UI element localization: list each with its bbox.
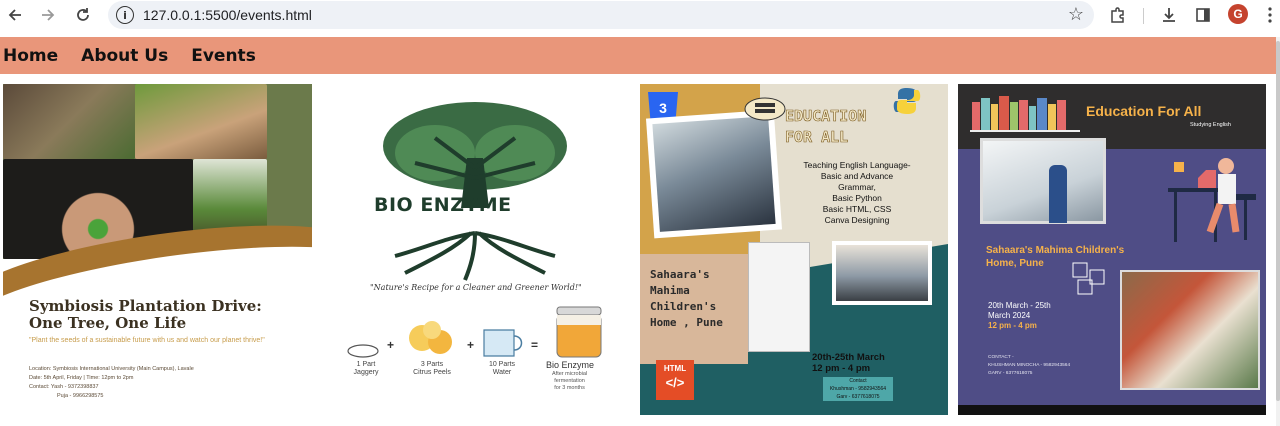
abc-blocks-icon xyxy=(1072,262,1105,295)
session-photo xyxy=(836,245,928,301)
plus-sign: + xyxy=(387,338,395,352)
site-navbar: Home About Us Events xyxy=(0,37,1276,74)
bio-enzyme-result: Bio Enzyme xyxy=(546,360,595,370)
poster-title: Symbiosis Plantation Drive: One Tree, On… xyxy=(29,297,262,332)
jaggery-label: 1 Part Jaggery xyxy=(353,361,379,376)
extensions-icon[interactable] xyxy=(1107,4,1129,26)
menu-kebab-icon[interactable] xyxy=(1259,4,1280,26)
nav-about-link[interactable]: About Us xyxy=(81,46,168,66)
poster-subtitle: Studying English xyxy=(1190,122,1231,128)
poster-contact-2: Puja - 9966298575 xyxy=(57,393,104,399)
contact-info: CONTACT - KHUSHMAN MINOCHA - 9582943564 … xyxy=(988,355,1071,376)
page-scrollbar[interactable] xyxy=(1276,37,1280,426)
side-panel-icon[interactable] xyxy=(1192,4,1214,26)
water-jug-icon xyxy=(483,329,523,357)
poster-title: BIO ENZYME xyxy=(374,194,512,216)
address-bar[interactable]: i 127.0.0.1:5500/events.html ☆ xyxy=(108,1,1094,29)
nav-home-link[interactable]: Home xyxy=(3,46,58,66)
poster-quote: "Nature's Recipe for a Cleaner and Green… xyxy=(370,283,582,292)
poster-contact: Contact: Yash - 9372398837 xyxy=(29,384,99,390)
student-reading-icon xyxy=(1168,158,1256,242)
jaggery-icon xyxy=(347,344,379,358)
citrus-peels-icon xyxy=(409,321,452,354)
photo-frame-classroom xyxy=(645,109,783,239)
poster-location: Location: Symbiosis International Univer… xyxy=(29,366,194,372)
reload-icon[interactable] xyxy=(72,4,94,26)
site-info-icon[interactable]: i xyxy=(116,6,134,24)
poster-plantation-drive: Symbiosis Plantation Drive: One Tree, On… xyxy=(3,84,312,404)
profile-avatar[interactable]: G xyxy=(1228,4,1248,24)
toolbar-divider xyxy=(1143,8,1144,24)
poster-quote: "Plant the seeds of a sustainable future… xyxy=(29,337,265,344)
citrus-label: 3 Parts Citrus Peels xyxy=(413,361,451,376)
venue-text: Sahaara's Mahima Children's Home , Pune xyxy=(650,268,723,329)
browser-toolbar: i 127.0.0.1:5500/events.html ☆ G xyxy=(0,0,1280,30)
poster-title: EDUCATION FOR ALL xyxy=(785,107,867,147)
poster-title: Education For All xyxy=(1086,103,1202,119)
teacher-figure xyxy=(1049,165,1067,223)
download-icon[interactable] xyxy=(1158,4,1180,26)
photo-frame-session xyxy=(832,241,932,305)
planting-team-image xyxy=(135,84,267,159)
bookshelf-icon xyxy=(970,96,1080,132)
back-icon[interactable] xyxy=(4,4,26,26)
tree-logo-icon xyxy=(383,102,567,281)
python-logo-icon xyxy=(893,88,921,114)
bookmark-star-icon[interactable]: ☆ xyxy=(1068,4,1084,25)
books-icon xyxy=(744,97,786,121)
children-studying-photo xyxy=(1120,270,1260,390)
notebook-image xyxy=(748,242,810,352)
poster-bio-enzyme: BIO ENZYME "Nature's Recipe for a Cleane… xyxy=(340,84,616,404)
poster-footer-band xyxy=(958,405,1266,415)
event-dates: 20th March - 25th March 2024 12 pm - 4 p… xyxy=(988,301,1051,330)
poster-education-for-all: Education For All Studying English Sahaa… xyxy=(958,84,1266,415)
forward-icon[interactable] xyxy=(37,4,59,26)
water-label: 10 Parts Water xyxy=(488,361,516,376)
nav-events-link[interactable]: Events xyxy=(191,46,256,66)
poster-education-collage: 3 EDUCATION FOR ALL Teaching English Lan… xyxy=(640,84,948,415)
equals-sign: = xyxy=(531,338,539,352)
html5-logo-icon: HTML </> xyxy=(656,360,694,400)
scrollbar-thumb[interactable] xyxy=(1276,41,1280,401)
url-text[interactable]: 127.0.0.1:5500/events.html xyxy=(143,7,312,23)
plus-sign: + xyxy=(467,338,475,352)
hands-planting-image xyxy=(3,84,135,159)
contact-box: Contact Khushman - 9582943564 Garv - 637… xyxy=(823,377,893,401)
classroom-photo xyxy=(652,116,776,232)
course-list: Teaching English Language- Basic and Adv… xyxy=(803,160,911,225)
event-dates: 20th-25th March 12 pm - 4 pm xyxy=(812,352,885,374)
bio-enzyme-note: After microbial fermentation for 3 month… xyxy=(552,371,588,391)
poster-date: Date: 5th April, Friday | Time: 12pm to … xyxy=(29,375,134,381)
teacher-whiteboard-photo xyxy=(980,138,1106,224)
bio-enzyme-jar-icon xyxy=(556,306,602,358)
